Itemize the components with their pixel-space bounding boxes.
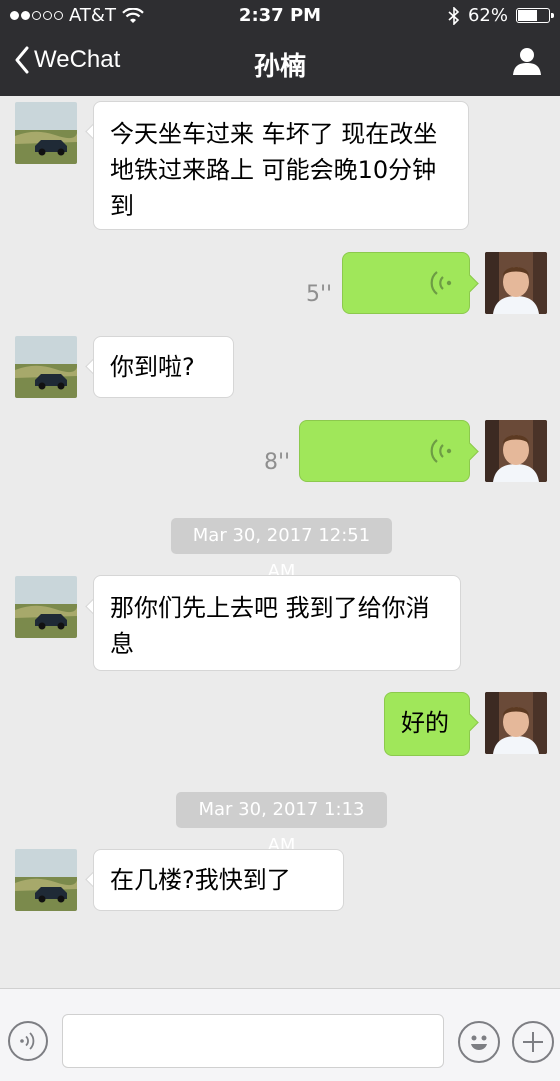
message-bubble-incoming[interactable]: 在几楼?我快到了 — [93, 849, 344, 911]
voice-wave-icon — [430, 271, 452, 295]
chat-info-button[interactable] — [512, 46, 542, 80]
nav-bar: WeChat 孙楠 — [0, 32, 560, 96]
more-button[interactable] — [512, 1021, 554, 1063]
person-icon — [513, 48, 541, 75]
contact-avatar[interactable] — [15, 102, 77, 164]
emoji-button[interactable] — [458, 1021, 500, 1063]
contact-avatar[interactable] — [15, 336, 77, 398]
message-text: 在几楼?我快到了 — [110, 866, 291, 894]
voice-wave-icon — [430, 439, 452, 463]
input-bar — [0, 988, 560, 1081]
contact-avatar[interactable] — [15, 849, 77, 911]
voice-message-outgoing[interactable] — [299, 420, 470, 482]
chat-title: 孙楠 — [253, 52, 306, 82]
voice-duration: 8'' — [264, 450, 291, 475]
status-bar: AT&T 2:37 PM 62% — [0, 0, 560, 32]
voice-input-button[interactable] — [8, 1021, 48, 1061]
smiley-icon — [471, 1035, 487, 1050]
message-bubble-incoming[interactable]: 你到啦? — [93, 336, 234, 398]
message-bubble-incoming[interactable]: 今天坐车过来 车坏了 现在改坐地铁过来路上 可能会晚10分钟到 — [93, 101, 469, 230]
my-avatar[interactable] — [485, 420, 547, 482]
battery-icon — [516, 8, 554, 23]
bluetooth-icon — [448, 6, 460, 25]
voice-message-outgoing[interactable] — [342, 252, 470, 314]
my-avatar[interactable] — [485, 252, 547, 314]
message-text: 好的 — [401, 709, 449, 737]
battery-percent: 62% — [467, 5, 508, 26]
my-avatar[interactable] — [485, 692, 547, 754]
voice-duration: 5'' — [306, 282, 333, 307]
message-input[interactable] — [62, 1014, 444, 1068]
plus-icon — [523, 1032, 543, 1052]
message-text: 今天坐车过来 车坏了 现在改坐地铁过来路上 可能会晚10分钟到 — [110, 120, 438, 220]
top-bar: AT&T 2:37 PM 62% WeChat 孙楠 — [0, 0, 560, 96]
timestamp: Mar 30, 2017 12:51 AM — [171, 518, 392, 582]
message-text: 那你们先上去吧 我到了给你消息 — [110, 594, 430, 658]
message-text: 你到啦? — [110, 353, 195, 381]
timestamp: Mar 30, 2017 1:13 AM — [176, 792, 387, 856]
message-bubble-outgoing[interactable]: 好的 — [384, 692, 470, 756]
contact-avatar[interactable] — [15, 576, 77, 638]
message-bubble-incoming[interactable]: 那你们先上去吧 我到了给你消息 — [93, 575, 461, 671]
voice-wave-icon — [20, 1032, 35, 1050]
